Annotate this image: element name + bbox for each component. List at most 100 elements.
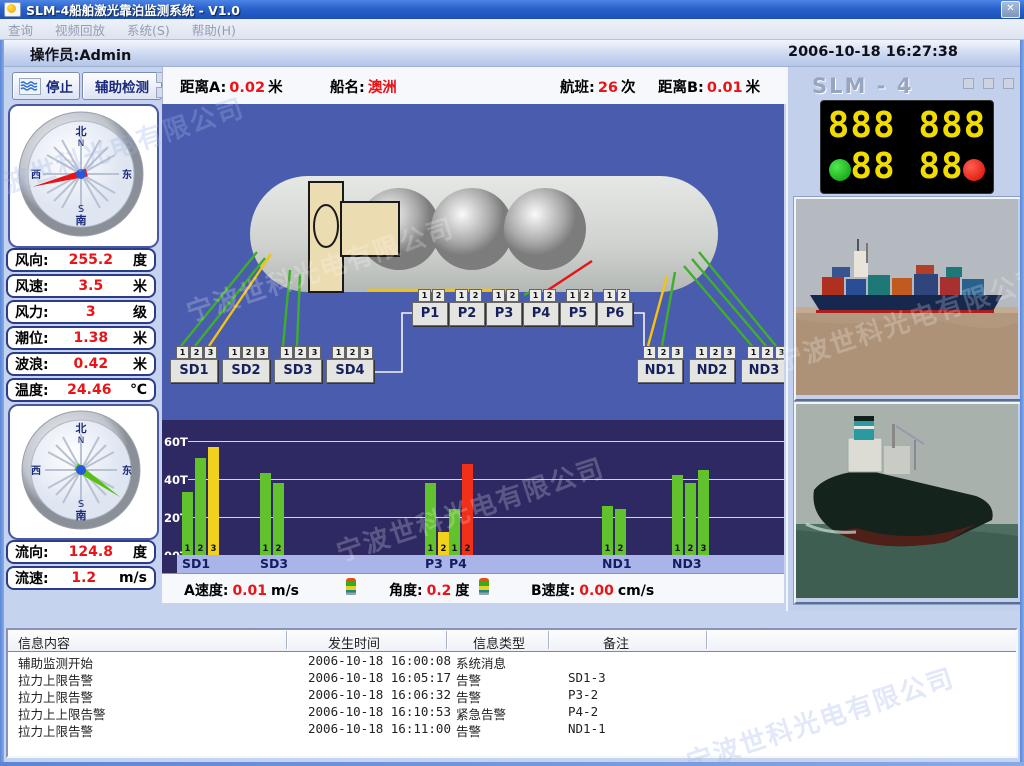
slot-P5-2: 2	[580, 289, 593, 302]
compass-south-label: 南	[76, 213, 87, 227]
field-风速: 风速:3.5米	[6, 274, 156, 298]
slot-ND1-3: 3	[671, 346, 684, 359]
right-panel: SLM - 4 888 888 88 88	[786, 66, 1024, 611]
slot-P3-2: 2	[506, 289, 519, 302]
svg-text:西: 西	[31, 465, 41, 477]
col-header-note[interactable]: 备注	[603, 633, 629, 652]
slot-SD1-2: 2	[190, 346, 203, 359]
message-row[interactable]: 拉力上限告警2006-10-18 16:06:32告警P3-2	[8, 686, 1016, 703]
window-border-bottom	[0, 762, 1024, 766]
led-display: 888 888 88 88	[820, 100, 994, 194]
cell-note: P4-2	[568, 704, 598, 719]
stop-button[interactable]: 停止	[12, 72, 80, 100]
bollard-P5: P5	[560, 302, 596, 326]
message-table-header: 信息内容 发生时间 信息类型 备注	[8, 630, 1016, 652]
bollard-SD1: SD1	[170, 359, 218, 383]
bollard-SD2: SD2	[222, 359, 270, 383]
slot-ND2-1: 1	[695, 346, 708, 359]
message-panel: 信息内容 发生时间 信息类型 备注 辅助监测开始2006-10-18 16:00…	[6, 628, 1018, 758]
cell-type: 告警	[456, 721, 481, 740]
menu-bar: 查询 视频回放 系统(S) 帮助(H)	[0, 19, 1024, 40]
header-separator	[548, 631, 549, 649]
title-bar: SLM-4船舶激光靠泊监测系统 - V1.0 ✕	[0, 0, 1024, 19]
col-header-content[interactable]: 信息内容	[18, 633, 70, 652]
slot-SD2-2: 2	[242, 346, 255, 359]
status-2: B速度:0.00cm/s	[531, 580, 654, 600]
status-row: A速度:0.01m/s角度:0.2度B速度:0.00cm/s	[162, 573, 784, 603]
cell-time: 2006-10-18 16:05:17	[308, 670, 451, 685]
slot-P4-1: 1	[529, 289, 542, 302]
slot-SD4-2: 2	[346, 346, 359, 359]
header-separator	[286, 631, 287, 649]
chart-group-label-ND3: ND3	[672, 556, 702, 571]
operator-name: Admin	[79, 48, 131, 64]
beacon-icon	[479, 578, 489, 595]
bar-ND1-1: 1	[602, 506, 613, 555]
wind-compass: 北 N S 南 西 东	[10, 106, 153, 242]
bar-P4-2: 2	[462, 464, 473, 555]
slot-ND2-3: 3	[723, 346, 736, 359]
bar-ND3-3: 3	[698, 470, 709, 556]
metrics-row: 距离A:0.02米船名:澳洲航班:26次距离B:0.01米	[162, 66, 787, 104]
info-strip: 操作员:Admin 2006-10-18 16:27:38	[0, 40, 1024, 67]
bar-SD3-1: 1	[260, 473, 271, 555]
bollard-ND2: ND2	[689, 359, 735, 383]
cell-time: 2006-10-18 16:10:53	[308, 704, 451, 719]
col-header-time[interactable]: 发生时间	[328, 633, 380, 652]
cell-content: 拉力上限告警	[18, 721, 93, 740]
wind-compass-panel: 北 N S 南 西 东	[8, 104, 159, 248]
slot-SD2-1: 1	[228, 346, 241, 359]
gridline-40T	[188, 479, 784, 480]
bollard-P1: P1	[412, 302, 448, 326]
slot-SD3-1: 1	[280, 346, 293, 359]
chart-group-label-SD1: SD1	[182, 556, 210, 571]
sidebar: 停止 辅助检测 北 N S	[4, 66, 160, 606]
flow-compass: 北 N S 南 西 东	[10, 406, 153, 534]
ytick-60T: 60T	[164, 435, 188, 449]
col-header-type[interactable]: 信息类型	[473, 633, 525, 652]
slot-SD1-3: 3	[204, 346, 217, 359]
menu-item-0[interactable]: 查询	[8, 20, 33, 39]
aux-detect-button[interactable]: 辅助检测	[82, 72, 162, 100]
menu-item-2[interactable]: 系统(S)	[127, 20, 170, 39]
gridline-60T	[188, 441, 784, 442]
berthing-diagram: P112P212P312P412P512P612SD1123SD2123SD31…	[162, 104, 784, 420]
stop-button-label: 停止	[46, 76, 73, 96]
metric-0: 距离A:0.02米	[180, 76, 283, 97]
aux-detect-label: 辅助检测	[95, 76, 149, 96]
cell-note: ND1-1	[568, 721, 606, 736]
field-流向: 流向:124.8度	[6, 540, 156, 564]
menu-item-3[interactable]: 帮助(H)	[192, 20, 236, 39]
header-separator	[706, 631, 707, 649]
operator-label: 操作员:Admin	[30, 44, 131, 65]
compass-north-label: 北	[76, 124, 87, 138]
flow-compass-panel: 北 N S 南 西 东	[8, 404, 159, 540]
panel-mini-button-2[interactable]	[983, 78, 994, 89]
bollard-ND1: ND1	[637, 359, 683, 383]
message-row[interactable]: 拉力上限告警2006-10-18 16:05:17告警SD1-3	[8, 669, 1016, 686]
beacon-icon	[346, 578, 356, 595]
chart-x-axis-strip: SD1SD3P3P4ND1ND3	[162, 555, 784, 573]
bollard-SD4: SD4	[326, 359, 374, 383]
close-button[interactable]: ✕	[1001, 1, 1020, 18]
bar-SD1-3: 3	[208, 447, 219, 555]
panel-mini-button-3[interactable]	[1003, 78, 1014, 89]
menu-item-1[interactable]: 视频回放	[55, 20, 105, 39]
chart-group-label-P3: P3	[425, 556, 443, 571]
field-波浪: 波浪:0.42米	[6, 352, 156, 376]
message-row[interactable]: 拉力上上限告警2006-10-18 16:10:53紧急告警P4-2	[8, 703, 1016, 720]
bollard-P3: P3	[486, 302, 522, 326]
app-icon	[4, 2, 21, 17]
bar-ND1-2: 2	[615, 509, 626, 555]
ship-photo-bridge	[854, 251, 868, 277]
slot-P5-1: 1	[566, 289, 579, 302]
panel-mini-button-1[interactable]	[963, 78, 974, 89]
tension-chart: 00T20T40T60T12312121212123	[162, 420, 784, 555]
red-indicator-light	[963, 159, 985, 181]
window-border-left	[0, 19, 4, 766]
message-row[interactable]: 辅助监测开始2006-10-18 16:00:08系统消息	[8, 652, 1016, 669]
message-row[interactable]: 拉力上限告警2006-10-18 16:11:00告警ND1-1	[8, 720, 1016, 737]
slot-P6-2: 2	[617, 289, 630, 302]
field-温度: 温度:24.46℃	[6, 378, 156, 402]
chart-group-label-ND1: ND1	[602, 556, 632, 571]
